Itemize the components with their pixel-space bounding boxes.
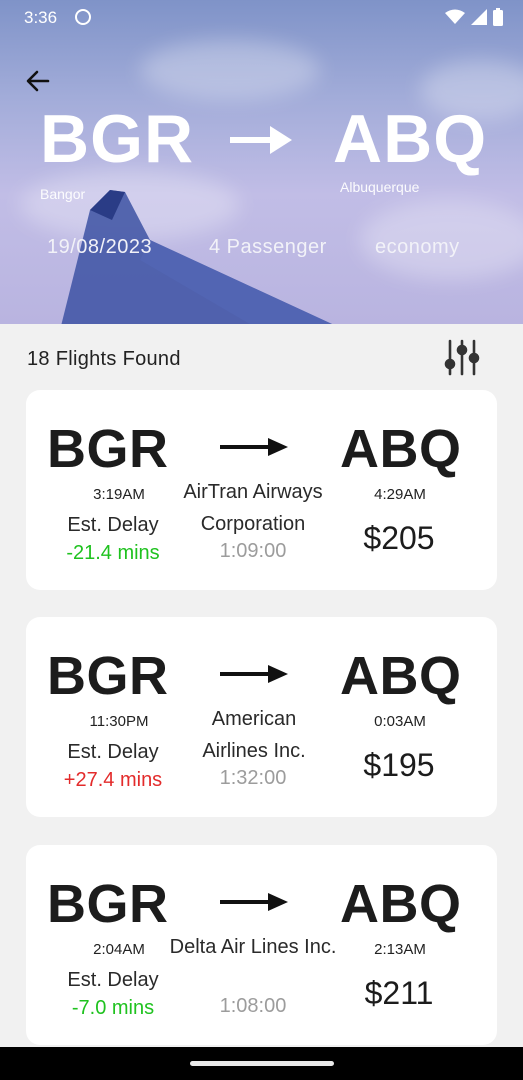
- circle-icon: [75, 9, 91, 25]
- signal-icon: [471, 9, 487, 25]
- flight-price: $211: [364, 975, 434, 1011]
- card-destination-code: ABQ: [340, 874, 462, 934]
- cabin-class: economy: [375, 236, 460, 258]
- card-destination-code: ABQ: [340, 419, 462, 479]
- passenger-count: 4 Passenger: [209, 236, 327, 258]
- flight-duration: 1:08:00: [219, 995, 287, 1017]
- card-destination-code: ABQ: [340, 646, 462, 706]
- card-origin-code: BGR: [47, 419, 169, 479]
- home-gesture-handle[interactable]: [190, 1061, 334, 1066]
- right-arrow-icon: [230, 126, 292, 154]
- arrival-time: 2:13AM: [374, 941, 426, 958]
- filter-sliders-icon[interactable]: [442, 338, 482, 378]
- flights-found-count: 18 Flights Found: [27, 348, 181, 370]
- status-time: 3:36: [24, 8, 58, 27]
- est-delay-label: Est. Delay: [67, 514, 159, 536]
- system-navigation-bar: [0, 1047, 523, 1080]
- card-origin-code: BGR: [47, 646, 169, 706]
- est-delay-value: +27.4 mins: [63, 769, 163, 791]
- right-arrow-icon: [220, 438, 288, 456]
- airline-name: AirTran Airways Corporation: [183, 481, 323, 535]
- flight-duration: 1:32:00: [219, 767, 287, 789]
- flight-duration: 1:09:00: [219, 540, 287, 562]
- origin-city: Bangor: [40, 186, 86, 202]
- departure-time: 11:30PM: [89, 713, 149, 730]
- flight-card[interactable]: BGR 11:30PM Est. Delay +27.4 mins Americ…: [26, 617, 497, 817]
- cloud: [140, 40, 320, 100]
- battery-icon: [493, 8, 503, 26]
- est-delay-value: -7.0 mins: [71, 997, 155, 1019]
- card-origin-code: BGR: [47, 874, 169, 934]
- flight-price: $195: [363, 747, 435, 783]
- airline-name: Delta Air Lines Inc.: [169, 936, 337, 958]
- destination-code: ABQ: [333, 101, 488, 177]
- back-arrow-icon[interactable]: [24, 66, 54, 96]
- flight-card[interactable]: BGR 2:04AM Est. Delay -7.0 mins Delta Ai…: [26, 845, 497, 1045]
- results-header: 18 Flights Found: [0, 324, 523, 392]
- right-arrow-icon: [220, 893, 288, 911]
- est-delay-label: Est. Delay: [67, 741, 159, 763]
- wifi-icon: [445, 9, 465, 24]
- destination-city: Albuquerque: [340, 179, 420, 195]
- flight-price: $205: [363, 520, 435, 556]
- header-banner: 3:36 BGR Bangor ABQ Albuquerque 19/08/20…: [0, 0, 523, 324]
- est-delay-label: Est. Delay: [67, 969, 159, 991]
- est-delay-value: -21.4 mins: [66, 542, 160, 564]
- arrival-time: 0:03AM: [374, 713, 426, 730]
- flight-card[interactable]: BGR 3:19AM Est. Delay -21.4 mins AirTran…: [26, 390, 497, 590]
- status-bar: 3:36: [0, 0, 523, 34]
- right-arrow-icon: [220, 665, 288, 683]
- travel-date: 19/08/2023: [47, 236, 153, 258]
- arrival-time: 4:29AM: [374, 486, 426, 503]
- origin-code: BGR: [40, 101, 195, 177]
- airline-name: American Airlines Inc.: [202, 708, 306, 762]
